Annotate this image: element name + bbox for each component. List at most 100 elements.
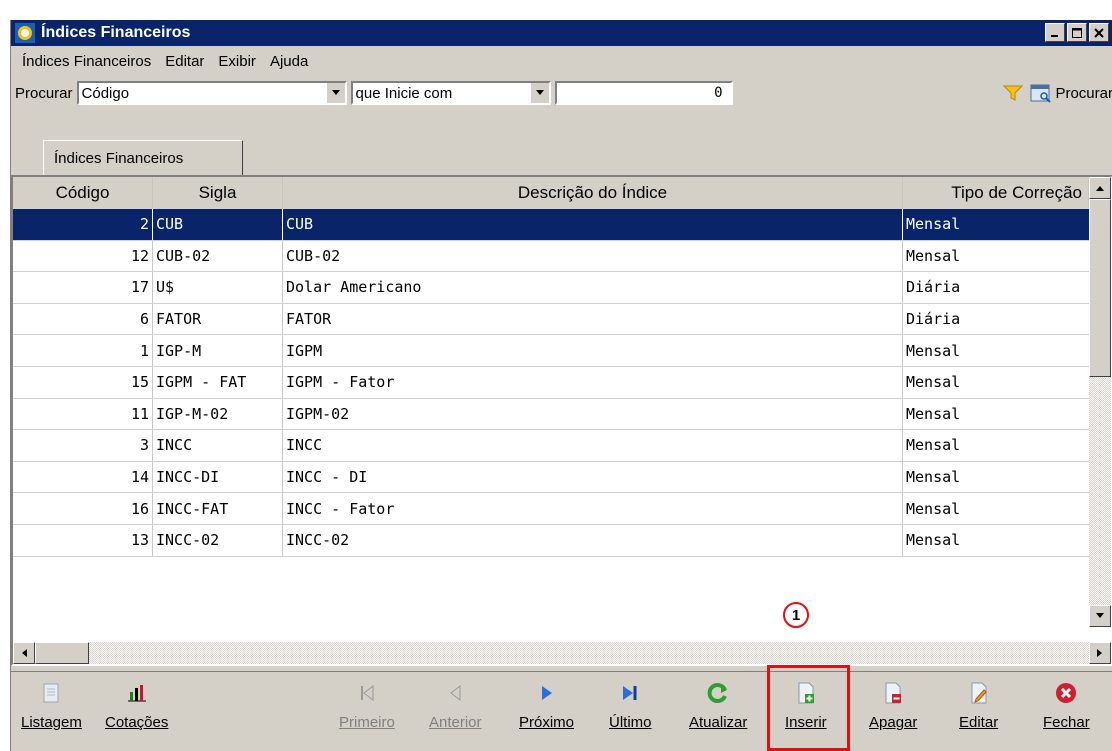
menu-exibir[interactable]: Exibir bbox=[211, 53, 263, 70]
cotacoes-button[interactable]: Cotações bbox=[105, 682, 168, 731]
scroll-down-button[interactable] bbox=[1089, 605, 1111, 627]
procurar-button[interactable]: Procurar bbox=[1030, 83, 1112, 103]
atualizar-button[interactable]: Atualizar bbox=[689, 682, 747, 731]
document-list-icon bbox=[40, 682, 62, 704]
cell-codigo: 16 bbox=[13, 493, 153, 524]
close-icon bbox=[1094, 27, 1104, 38]
menu-bar: Índices Financeiros Editar Exibir Ajuda bbox=[11, 48, 315, 74]
primeiro-button[interactable]: Primeiro bbox=[339, 682, 395, 731]
table-row[interactable]: 2 CUB CUB Mensal bbox=[13, 209, 1089, 241]
table-row[interactable]: 6 FATOR FATOR Diária bbox=[13, 303, 1089, 336]
cell-sigla: INCC bbox=[153, 430, 283, 461]
cell-tipo: Diária bbox=[906, 310, 961, 329]
edit-document-icon bbox=[968, 682, 990, 704]
cell-descricao: FATOR bbox=[283, 303, 903, 335]
vertical-scroll-thumb[interactable] bbox=[1089, 199, 1111, 377]
cell-tipo: Mensal bbox=[906, 341, 961, 360]
dropdown-arrow-icon bbox=[326, 83, 345, 103]
cell-descricao: INCC - Fator bbox=[283, 493, 903, 524]
cell-codigo: 2 bbox=[13, 209, 153, 240]
vertical-scrollbar[interactable] bbox=[1089, 177, 1111, 627]
search-input[interactable]: 0 bbox=[554, 81, 733, 105]
arrow-down-icon bbox=[1096, 613, 1104, 618]
next-record-icon bbox=[536, 682, 558, 704]
delete-document-icon bbox=[882, 682, 904, 704]
cell-sigla: INCC-DI bbox=[153, 461, 283, 493]
arrow-left-icon bbox=[22, 649, 27, 657]
close-window-button[interactable] bbox=[1089, 23, 1109, 42]
cell-codigo: 12 bbox=[13, 240, 153, 272]
proximo-button[interactable]: Próximo bbox=[519, 682, 574, 731]
menu-ajuda[interactable]: Ajuda bbox=[263, 53, 315, 70]
maximize-icon bbox=[1072, 27, 1082, 38]
editar-button[interactable]: Editar bbox=[959, 682, 998, 731]
table-row[interactable]: 15 IGPM - FAT IGPM - Fator Mensal bbox=[13, 366, 1089, 399]
last-record-icon bbox=[619, 682, 641, 704]
scroll-up-button[interactable] bbox=[1089, 177, 1111, 199]
cell-codigo: 15 bbox=[13, 366, 153, 398]
apagar-label: Apagar bbox=[869, 714, 918, 731]
table-row[interactable]: 3 INCC INCC Mensal bbox=[13, 430, 1089, 462]
first-record-icon bbox=[356, 682, 378, 704]
close-circle-icon bbox=[1055, 682, 1077, 704]
cell-descricao: INCC bbox=[283, 430, 903, 461]
cell-tipo: Mensal bbox=[906, 499, 961, 518]
grid-rows: 2 CUB CUB Mensal 12 CUB-02 CUB-02 Mensal… bbox=[13, 209, 1089, 557]
app-window: Índices Financeiros Índices Financeiros … bbox=[10, 20, 1112, 751]
cell-tipo: Mensal bbox=[906, 246, 961, 265]
table-row[interactable]: 16 INCC-FAT INCC - Fator Mensal bbox=[13, 493, 1089, 525]
previous-record-icon bbox=[444, 682, 466, 704]
table-row[interactable]: 17 U$ Dolar Americano Diária bbox=[13, 272, 1089, 304]
column-header-descricao[interactable]: Descrição do Índice bbox=[283, 177, 903, 209]
table-row[interactable]: 14 INCC-DI INCC - DI Mensal bbox=[13, 461, 1089, 494]
apagar-button[interactable]: Apagar bbox=[869, 682, 917, 731]
table-row[interactable]: 1 IGP-M IGPM Mensal bbox=[13, 335, 1089, 367]
app-icon bbox=[15, 23, 35, 43]
listagem-button[interactable]: Listagem bbox=[21, 682, 82, 731]
horizontal-scroll-thumb[interactable] bbox=[35, 642, 89, 664]
fechar-button[interactable]: Fechar bbox=[1043, 682, 1090, 731]
grid-header: Código Sigla Descrição do Índice Tipo de… bbox=[13, 177, 1089, 209]
horizontal-scrollbar[interactable] bbox=[13, 642, 1111, 664]
cell-codigo: 1 bbox=[13, 335, 153, 366]
search-field-select[interactable]: Código bbox=[76, 81, 347, 105]
refresh-icon bbox=[707, 682, 729, 704]
table-row[interactable]: 12 CUB-02 CUB-02 Mensal bbox=[13, 240, 1089, 273]
column-header-codigo[interactable]: Código bbox=[13, 177, 153, 209]
minimize-button[interactable] bbox=[1045, 23, 1065, 42]
window-title: Índices Financeiros bbox=[41, 24, 191, 41]
cell-sigla: CUB bbox=[153, 209, 283, 240]
proximo-label: Próximo bbox=[519, 714, 575, 731]
anterior-button[interactable]: Anterior bbox=[429, 682, 482, 731]
search-bar: Procurar Código que Inicie com 0 Procura… bbox=[11, 78, 1112, 108]
search-condition-select[interactable]: que Inicie com bbox=[350, 81, 551, 105]
ultimo-button[interactable]: Último bbox=[609, 682, 652, 731]
filter-icon[interactable] bbox=[1002, 84, 1024, 102]
scroll-right-button[interactable] bbox=[1089, 642, 1111, 664]
cell-tipo: Mensal bbox=[906, 373, 961, 392]
scroll-left-button[interactable] bbox=[13, 642, 35, 664]
search-label: Procurar bbox=[15, 84, 73, 102]
menu-indices-financeiros[interactable]: Índices Financeiros bbox=[15, 53, 158, 70]
ultimo-label: Último bbox=[609, 714, 652, 731]
cell-tipo: Mensal bbox=[906, 215, 961, 234]
step-marker: 1 bbox=[783, 602, 809, 628]
listagem-label: Listagem bbox=[21, 714, 82, 731]
tab-indices-financeiros[interactable]: Índices Financeiros bbox=[43, 140, 243, 176]
atualizar-label: Atualizar bbox=[689, 714, 748, 731]
table-row[interactable]: 11 IGP-M-02 IGPM-02 Mensal bbox=[13, 398, 1089, 431]
cell-codigo: 11 bbox=[13, 398, 153, 430]
column-header-tipo-correcao[interactable]: Tipo de Correção bbox=[903, 177, 1089, 209]
cell-descricao: Dolar Americano bbox=[283, 272, 903, 303]
cell-descricao: CUB bbox=[283, 209, 903, 240]
primeiro-label: Primeiro bbox=[339, 714, 395, 731]
column-header-sigla[interactable]: Sigla bbox=[153, 177, 283, 209]
table-row[interactable]: 13 INCC-02 INCC-02 Mensal bbox=[13, 524, 1089, 557]
cell-codigo: 3 bbox=[13, 430, 153, 461]
cell-sigla: IGP-M bbox=[153, 335, 283, 366]
maximize-button[interactable] bbox=[1067, 23, 1087, 42]
title-bar[interactable]: Índices Financeiros bbox=[11, 20, 1112, 46]
inserir-highlight-box bbox=[767, 665, 850, 751]
menu-editar[interactable]: Editar bbox=[158, 53, 211, 70]
bottom-toolbar: Listagem Cotações Primeiro Anterior Próx bbox=[11, 671, 1112, 751]
